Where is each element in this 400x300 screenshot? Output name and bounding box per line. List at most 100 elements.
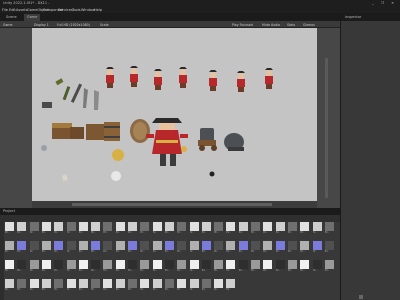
asset-tile[interactable]: Pir.. <box>300 260 311 273</box>
asset-tile[interactable]: Pir.. <box>29 260 41 273</box>
asset-tile[interactable]: Pir.. <box>201 279 213 292</box>
inspector-scroll-handle[interactable] <box>359 295 363 299</box>
vertical-scrollbar[interactable] <box>325 58 328 198</box>
asset-tile[interactable]: Pir.. <box>115 222 127 235</box>
asset-tile[interactable]: Pir.. <box>17 260 28 273</box>
asset-tile[interactable]: Pir.. <box>312 260 324 273</box>
asset-tile[interactable]: Pir.. <box>177 260 188 273</box>
tab-scene[interactable]: Scene <box>3 14 20 21</box>
asset-tile[interactable]: Pir.. <box>66 260 78 273</box>
asset-tile[interactable]: Pir.. <box>300 241 311 254</box>
asset-tile[interactable]: Pir.. <box>164 241 176 254</box>
asset-tile[interactable]: Pir.. <box>214 279 225 292</box>
asset-tile[interactable]: Pir.. <box>263 241 274 254</box>
asset-tile[interactable]: Pir.. <box>226 279 237 292</box>
asset-tile[interactable]: Pir.. <box>275 260 287 273</box>
asset-tile[interactable]: Pir.. <box>66 279 78 292</box>
asset-tile[interactable]: Pir.. <box>226 222 237 235</box>
asset-tile[interactable]: Pir.. <box>177 279 188 292</box>
asset-tile[interactable]: Pir.. <box>324 241 336 254</box>
asset-tile[interactable]: Pir.. <box>324 222 336 235</box>
asset-tile[interactable]: Pir.. <box>201 222 213 235</box>
asset-tile[interactable]: Pir.. <box>103 279 114 292</box>
asset-tile[interactable]: Pir.. <box>140 222 151 235</box>
asset-tile[interactable]: Pir.. <box>238 241 250 254</box>
menu-assets[interactable]: Assets <box>16 8 27 12</box>
asset-tile[interactable]: Pir.. <box>238 260 250 273</box>
asset-tile[interactable]: Pir.. <box>287 260 299 273</box>
asset-tile[interactable]: Pir.. <box>91 241 102 254</box>
asset-tile[interactable]: Pir.. <box>140 279 151 292</box>
asset-tile[interactable]: Pir.. <box>287 241 299 254</box>
asset-tile[interactable]: Pir.. <box>152 222 164 235</box>
asset-tile[interactable]: Pir.. <box>78 222 90 235</box>
asset-tile[interactable]: Pir.. <box>54 222 65 235</box>
asset-tile[interactable]: Pir.. <box>66 222 78 235</box>
asset-tile[interactable]: Pir.. <box>128 222 139 235</box>
asset-tile[interactable]: Pir.. <box>17 222 28 235</box>
asset-tile[interactable]: Pir.. <box>300 222 311 235</box>
asset-tile[interactable]: Pir.. <box>164 222 176 235</box>
inspector-title[interactable]: Inspector <box>345 15 361 19</box>
asset-tile[interactable]: Pir.. <box>17 279 28 292</box>
asset-tile[interactable]: Pir.. <box>226 241 237 254</box>
asset-tile[interactable]: Pir.. <box>115 260 127 273</box>
asset-tile[interactable]: Pir.. <box>140 260 151 273</box>
asset-tile[interactable]: Pir.. <box>41 222 53 235</box>
horizontal-scrollbar[interactable] <box>32 201 317 208</box>
asset-tile[interactable]: Pir.. <box>287 222 299 235</box>
asset-tile[interactable]: Pir.. <box>201 260 213 273</box>
menu-file[interactable]: File <box>2 8 8 12</box>
asset-tile[interactable]: Pir.. <box>78 279 90 292</box>
mute-audio-toggle[interactable]: Mute Audio <box>262 23 280 27</box>
asset-tile[interactable]: Pir.. <box>41 241 53 254</box>
asset-tile[interactable]: Pir.. <box>164 279 176 292</box>
asset-tile[interactable]: Pir.. <box>78 260 90 273</box>
project-folder-tree[interactable] <box>0 222 4 300</box>
asset-tile[interactable]: Pir.. <box>41 260 53 273</box>
asset-tile[interactable]: Pir.. <box>54 279 65 292</box>
menu-edit[interactable]: Edit <box>9 8 16 12</box>
gizmos-toggle[interactable]: Gizmos <box>303 23 315 27</box>
asset-tile[interactable]: Pir.. <box>251 222 262 235</box>
menu-window[interactable]: Window <box>81 8 95 12</box>
asset-tile[interactable]: Pir.. <box>91 260 102 273</box>
asset-tile[interactable]: Pir.. <box>5 222 16 235</box>
asset-tile[interactable]: Pir.. <box>275 241 287 254</box>
scrollbar-thumb[interactable] <box>72 203 272 206</box>
asset-tile[interactable]: Pir.. <box>115 241 127 254</box>
resolution-dropdown[interactable]: Full HD (1920x1080) <box>57 23 90 27</box>
asset-tile[interactable]: Pir.. <box>312 222 324 235</box>
asset-tile[interactable]: Pir.. <box>152 279 164 292</box>
asset-tile[interactable]: Pir.. <box>214 260 225 273</box>
asset-tile[interactable]: Pir.. <box>152 241 164 254</box>
tab-project[interactable]: Project <box>3 209 15 213</box>
asset-tile[interactable]: Pir.. <box>214 241 225 254</box>
asset-tile[interactable]: Pir.. <box>312 241 324 254</box>
asset-tile[interactable]: Pir.. <box>189 279 201 292</box>
asset-tile[interactable]: Pir.. <box>17 241 28 254</box>
asset-tile[interactable]: Pir.. <box>177 241 188 254</box>
asset-tile[interactable]: Pir.. <box>189 222 201 235</box>
asset-tile[interactable]: Pir.. <box>103 241 114 254</box>
asset-tile[interactable]: Pir.. <box>115 279 127 292</box>
tab-game[interactable]: Game <box>24 14 41 21</box>
play-focused-dropdown[interactable]: Play Focused <box>232 23 253 27</box>
asset-tile[interactable]: Pir.. <box>66 241 78 254</box>
scale-slider-label[interactable]: Scale <box>100 23 109 27</box>
asset-tile[interactable]: Pir.. <box>103 260 114 273</box>
menu-tools[interactable]: Tools <box>72 8 81 12</box>
asset-tile[interactable]: Pir.. <box>263 260 274 273</box>
asset-tile[interactable]: Pir.. <box>5 279 16 292</box>
stats-toggle[interactable]: Stats <box>287 23 295 27</box>
display-dropdown[interactable]: Display 1 <box>34 23 49 27</box>
asset-tile[interactable]: Pir.. <box>103 222 114 235</box>
asset-tile[interactable]: Pir.. <box>226 260 237 273</box>
asset-tile[interactable]: Pir.. <box>29 222 41 235</box>
game-viewport[interactable] <box>32 28 317 201</box>
asset-tile[interactable]: Pir.. <box>91 279 102 292</box>
asset-tile[interactable]: Pir.. <box>54 260 65 273</box>
asset-tile[interactable]: Pir.. <box>78 241 90 254</box>
asset-tile[interactable]: Pir.. <box>128 260 139 273</box>
asset-tile[interactable]: Pir.. <box>275 222 287 235</box>
